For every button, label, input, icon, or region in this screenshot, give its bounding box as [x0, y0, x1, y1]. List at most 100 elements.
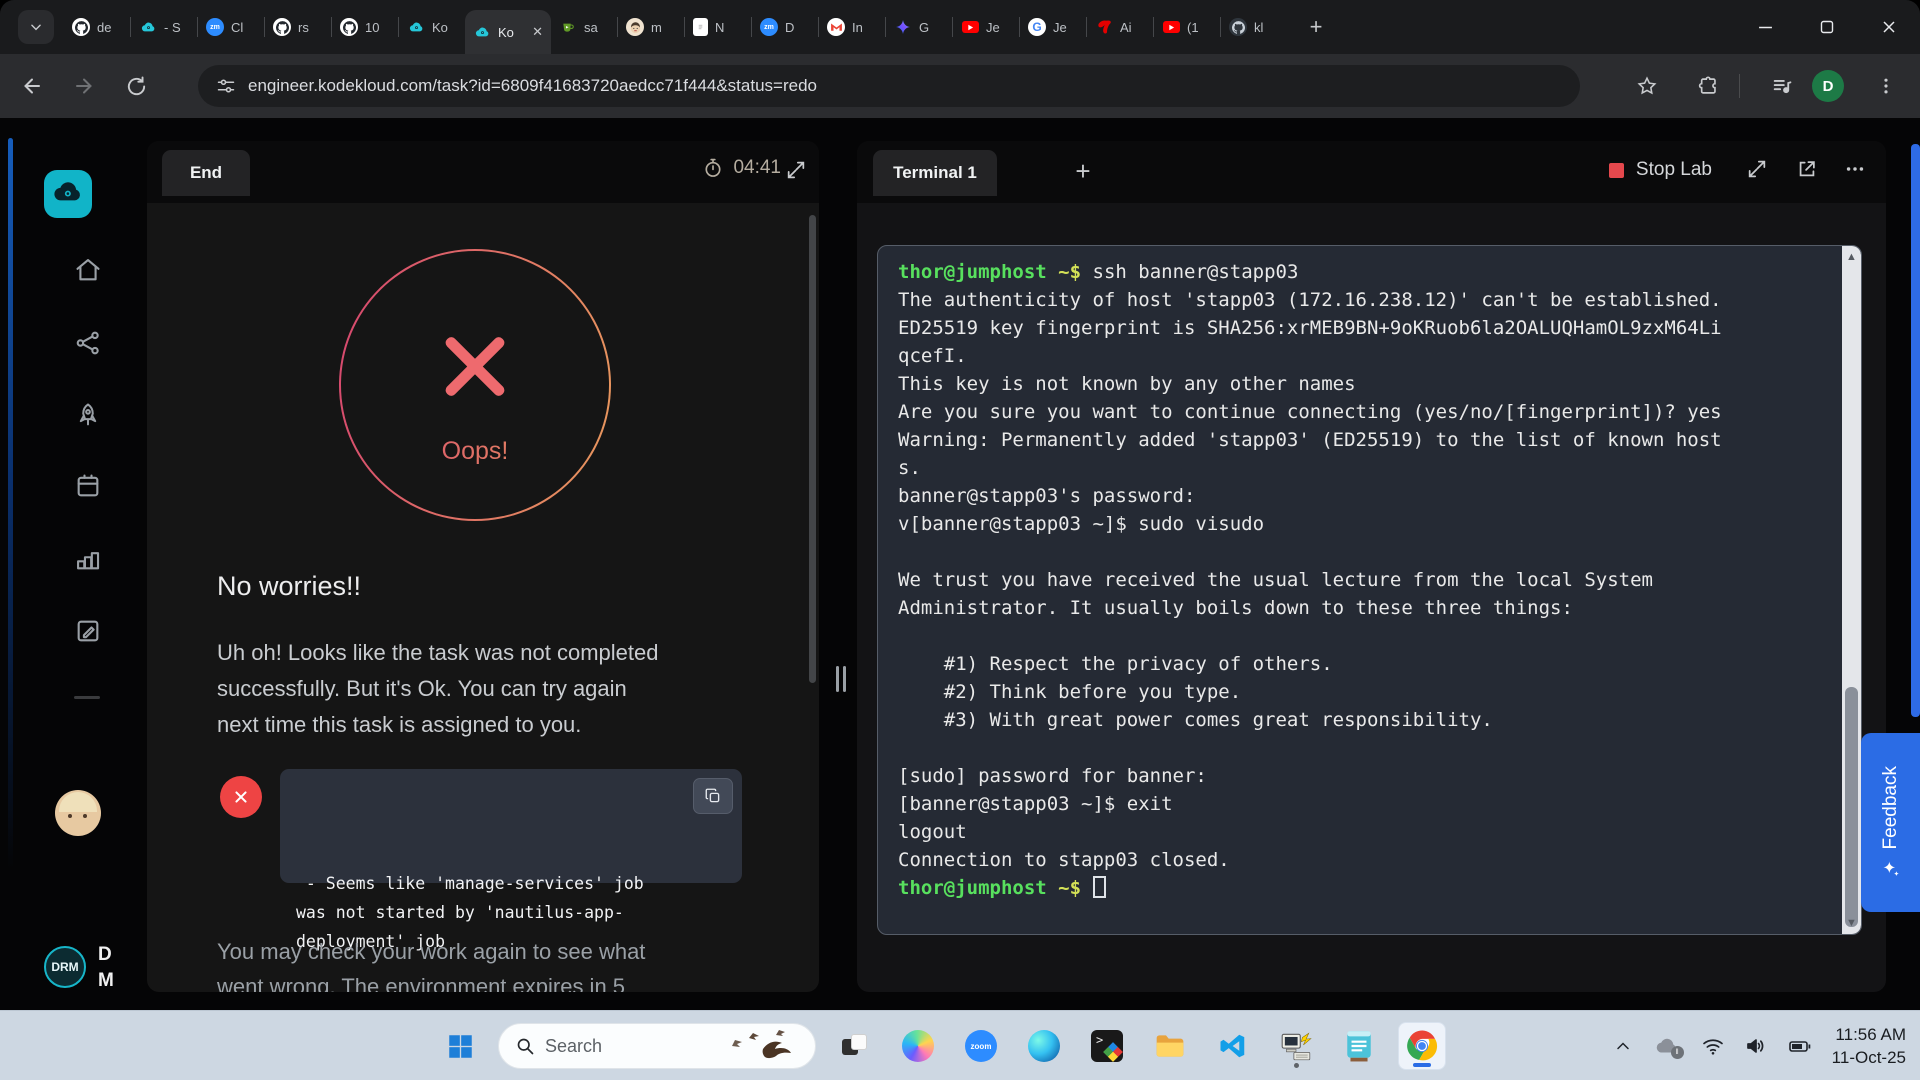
tab-label: Ko [432, 20, 448, 35]
tab-close-icon[interactable]: ✕ [532, 24, 543, 40]
browser-tab[interactable]: (1 [1154, 8, 1220, 46]
browser-tab[interactable]: In [819, 8, 885, 46]
clock-date: 11-Oct-25 [1832, 1046, 1906, 1069]
message-line: next time this task is assigned to you. [217, 707, 658, 743]
taskbar-app-edge[interactable] [1021, 1023, 1067, 1069]
bookmark-button[interactable] [1627, 66, 1667, 106]
browser-menu-button[interactable] [1866, 66, 1906, 106]
kodekloud-icon [139, 18, 157, 36]
taskbar-app-zoomapp[interactable]: zoom [958, 1023, 1004, 1069]
browser-tab[interactable]: m [618, 8, 684, 46]
tab-label: G [919, 20, 929, 35]
browser-tab[interactable]: GJe [1020, 8, 1086, 46]
browser-tab[interactable]: G [886, 8, 952, 46]
drm-badge[interactable]: DRM [44, 946, 86, 988]
terminal-scrollbar[interactable]: ▲ ▼ [1842, 246, 1861, 934]
tab-end[interactable]: End [162, 150, 250, 196]
media-controls-button[interactable] [1762, 66, 1802, 106]
sidebar-item-home[interactable] [74, 256, 102, 284]
browser-tab[interactable]: zmCl [198, 8, 264, 46]
extensions-button[interactable] [1689, 66, 1729, 106]
scroll-down-icon[interactable]: ▼ [1842, 914, 1861, 932]
browser-tab[interactable]: zmD [752, 8, 818, 46]
sidebar-item-nodes[interactable] [74, 329, 102, 357]
back-button[interactable] [12, 66, 52, 106]
oops-circle: Oops! [339, 249, 611, 521]
taskbar-clock[interactable]: 11:56 AM 11-Oct-25 [1832, 1023, 1906, 1069]
tab-label: sa [584, 20, 598, 35]
taskbar-app-explorer[interactable] [1147, 1023, 1193, 1069]
notion-icon [693, 18, 708, 36]
minimize-button[interactable] [1734, 0, 1796, 54]
taskbar-app-chrome[interactable] [1399, 1023, 1445, 1069]
browser-tab[interactable]: N [685, 8, 751, 46]
copy-button[interactable] [693, 778, 733, 814]
start-button[interactable] [438, 1024, 482, 1068]
sidebar-item-rocket[interactable] [74, 401, 102, 429]
timer-value: 04:41 [733, 157, 781, 179]
new-terminal-button[interactable]: + [1065, 153, 1101, 189]
sidebar-item-notes[interactable] [74, 617, 102, 645]
sidebar-item-board[interactable] [74, 472, 102, 500]
sparkle-icon [1881, 859, 1901, 879]
scroll-up-icon[interactable]: ▲ [1842, 248, 1861, 266]
url-bar[interactable]: engineer.kodekloud.com/task?id=6809f4168… [198, 65, 1580, 107]
taskbar-app-notepad[interactable] [1336, 1023, 1382, 1069]
browser-tab[interactable]: sa [551, 8, 617, 46]
terminal-menu-button[interactable] [1844, 158, 1866, 180]
taskbar-app-copilot[interactable] [895, 1023, 941, 1069]
tab-label: Ai [1120, 20, 1132, 35]
terminal-screen[interactable]: thor@jumphost ~$ ssh banner@stapp03The a… [877, 245, 1862, 935]
taskbar-app-taskview[interactable] [832, 1023, 878, 1069]
maximize-button[interactable] [1796, 0, 1858, 54]
forward-button[interactable] [64, 66, 104, 106]
tray-volume[interactable] [1744, 1034, 1768, 1058]
browser-tab[interactable]: 10 [332, 8, 398, 46]
terminal-line: Are you sure you want to continue connec… [898, 398, 1819, 426]
tray-onedrive[interactable]: ‖ [1652, 1035, 1682, 1057]
browser-tab[interactable]: de [64, 8, 130, 46]
feedback-button[interactable]: Feedback [1861, 733, 1920, 912]
ellipsis-icon [1844, 158, 1866, 180]
kodekloud-logo[interactable] [44, 170, 92, 218]
browser-tab[interactable]: kl [1221, 8, 1287, 46]
taskbar-app-putty[interactable] [1273, 1023, 1319, 1069]
tab-label: In [852, 20, 863, 35]
expand-panel-button[interactable] [783, 157, 809, 183]
taskbar-app-vscode[interactable] [1210, 1023, 1256, 1069]
tab-search-button[interactable] [18, 10, 54, 44]
reload-button[interactable] [116, 66, 156, 106]
notepad-icon [1345, 1030, 1373, 1062]
browser-tab[interactable]: rs [265, 8, 331, 46]
search-highlight-birds-icon [723, 1025, 809, 1067]
taskbar-app-terminalapp[interactable]: > [1084, 1023, 1130, 1069]
tab-label: Cl [231, 20, 243, 35]
tab-terminal-1[interactable]: Terminal 1 [873, 150, 997, 196]
panel-scrollbar[interactable] [809, 215, 816, 683]
browser-tab[interactable]: - S [131, 8, 197, 46]
footer-line: went wrong. The environment expires in 5 [217, 969, 645, 992]
open-in-new-button[interactable] [1796, 158, 1818, 180]
edge-icon [1028, 1030, 1060, 1062]
tray-chevron-up[interactable] [1613, 1036, 1633, 1056]
browser-tab[interactable]: Ko [399, 8, 465, 46]
browser-tab[interactable]: Je [953, 8, 1019, 46]
profile-avatar[interactable]: D [1812, 70, 1844, 102]
panel-resize-handle[interactable] [833, 666, 849, 696]
calendar-icon [74, 472, 102, 500]
close-button[interactable] [1858, 0, 1920, 54]
tray-wifi[interactable] [1701, 1034, 1725, 1058]
chrome-icon [1405, 1029, 1439, 1063]
new-tab-button[interactable]: + [1301, 12, 1331, 42]
terminal-scroll-thumb[interactable] [1845, 687, 1858, 927]
taskbar-search[interactable]: Search [498, 1023, 816, 1069]
user-avatar[interactable] [55, 790, 101, 836]
sidebar-item-blocks[interactable] [74, 545, 102, 573]
stop-lab-button[interactable]: Stop Lab [1609, 159, 1712, 181]
expand-terminal-button[interactable] [1746, 158, 1768, 180]
terminal-panel: Terminal 1 + Stop Lab [857, 141, 1886, 992]
tray-battery[interactable] [1787, 1034, 1813, 1058]
browser-tab[interactable]: Ai [1087, 8, 1153, 46]
page-scrollbar[interactable] [1911, 144, 1920, 717]
browser-tab-active[interactable]: Ko✕ [465, 10, 551, 54]
